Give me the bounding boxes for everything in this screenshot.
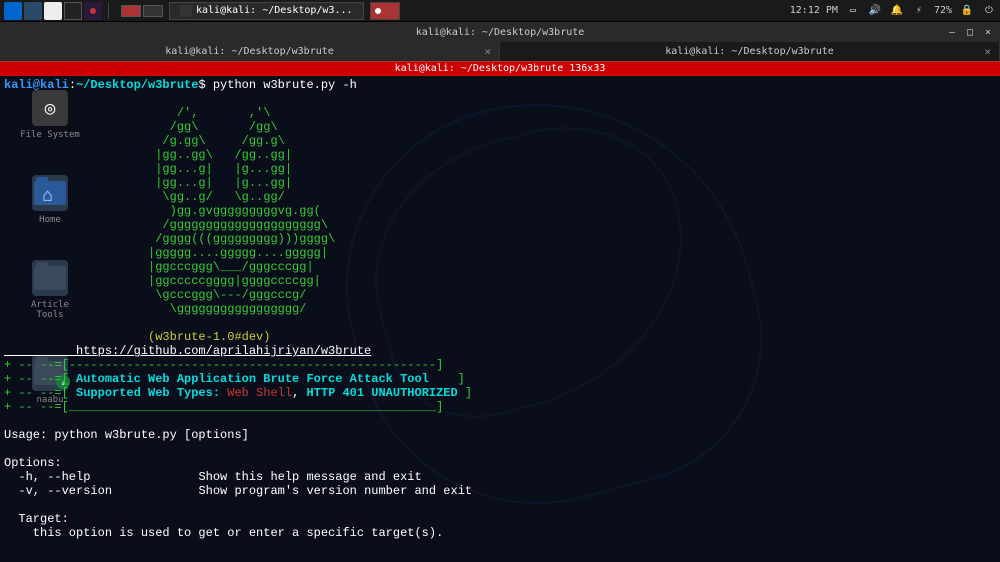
- terminal-content[interactable]: kali@kali:~/Desktop/w3brute$ python w3br…: [0, 76, 1000, 542]
- target-desc: this option is used to get or enter a sp…: [4, 526, 443, 540]
- task-recorder[interactable]: [370, 2, 400, 20]
- minimize-button[interactable]: –: [946, 27, 958, 38]
- notification-icon[interactable]: 🔔: [890, 4, 904, 18]
- terminal-window: kali@kali: ~/Desktop/w3brute – □ × kali@…: [0, 22, 1000, 542]
- options-header: Options:: [4, 456, 62, 470]
- box2-text1: Supported Web Types:: [76, 386, 227, 400]
- terminal-icon[interactable]: [64, 2, 82, 20]
- tab-2-close-icon[interactable]: ×: [984, 45, 991, 58]
- opt2-flag: -v, --version: [4, 484, 112, 498]
- box2-red: Web Shell: [227, 386, 292, 400]
- recorder-icon[interactable]: [84, 2, 102, 20]
- tab-bar: kali@kali: ~/Desktop/w3brute × kali@kali…: [0, 42, 1000, 62]
- clock[interactable]: 12:12 PM: [790, 5, 838, 16]
- lock-icon[interactable]: 🔒: [960, 4, 974, 18]
- taskbar-right: 12:12 PM ▭ 🔊 🔔 ⚡ 72% 🔒 ⏻: [790, 4, 996, 18]
- task-terminal-icon: [180, 5, 192, 17]
- display-icon[interactable]: ▭: [846, 4, 860, 18]
- prompt-sep: :: [69, 78, 76, 92]
- battery-percent: 72%: [934, 5, 952, 16]
- opt1-desc: Show this help message and exit: [90, 470, 421, 484]
- opt2-desc: Show program's version number and exit: [112, 484, 472, 498]
- opt1-flag: -h, --help: [4, 470, 90, 484]
- battery-icon[interactable]: ⚡: [912, 4, 926, 18]
- version-line: (w3brute-1.0#dev): [4, 330, 270, 344]
- prompt-user: kali@kali: [4, 78, 69, 92]
- divider: [108, 3, 109, 19]
- workspace-switcher[interactable]: [121, 5, 163, 17]
- box2-suffix: ]: [458, 386, 472, 400]
- workspace-2[interactable]: [143, 5, 163, 17]
- terminal-tab-1[interactable]: kali@kali: ~/Desktop/w3brute ×: [0, 42, 500, 61]
- volume-icon[interactable]: 🔊: [868, 4, 882, 18]
- box1-text: Automatic Web Application Brute Force At…: [76, 372, 429, 386]
- kali-menu-icon[interactable]: [4, 2, 22, 20]
- taskbar: kali@kali: ~/Desktop/w3... 12:12 PM ▭ 🔊 …: [0, 0, 1000, 22]
- box2-prefix: + -- --=[: [4, 386, 76, 400]
- window-controls: – □ ×: [946, 27, 994, 38]
- workspace-1[interactable]: [121, 5, 141, 17]
- task-terminal[interactable]: kali@kali: ~/Desktop/w3...: [169, 2, 364, 20]
- files-icon[interactable]: [44, 2, 62, 20]
- tab-1-close-icon[interactable]: ×: [484, 45, 491, 58]
- command-text: python w3brute.py -h: [206, 78, 357, 92]
- box-top: + -- --=[-------------------------------…: [4, 358, 443, 372]
- tab-1-label: kali@kali: ~/Desktop/w3brute: [165, 46, 334, 57]
- close-button[interactable]: ×: [982, 27, 994, 38]
- ascii-art: /', ,'\ /gg\ /gg\ /g.gg\ /gg.g\ |gg..gg\…: [4, 106, 335, 316]
- terminal-tab-2[interactable]: kali@kali: ~/Desktop/w3brute ×: [500, 42, 1000, 61]
- box1-suffix: ]: [429, 372, 465, 386]
- window-title: kali@kali: ~/Desktop/w3brute: [416, 27, 585, 38]
- task-label: kali@kali: ~/Desktop/w3...: [196, 5, 353, 16]
- prompt-path: ~/Desktop/w3brute: [76, 78, 198, 92]
- tab-2-label: kali@kali: ~/Desktop/w3brute: [665, 46, 834, 57]
- box2-sep: ,: [292, 386, 306, 400]
- usage-line: Usage: python w3brute.py [options]: [4, 428, 249, 442]
- box1-prefix: + -- --=[: [4, 372, 76, 386]
- box2-cyan: HTTP 401 UNAUTHORIZED: [306, 386, 457, 400]
- prompt-dollar: $: [198, 78, 205, 92]
- terminal-status-bar: kali@kali: ~/Desktop/w3brute 136x33: [0, 62, 1000, 76]
- taskbar-left: kali@kali: ~/Desktop/w3...: [4, 2, 400, 20]
- power-icon[interactable]: ⏻: [982, 4, 996, 18]
- box-bottom: + -- --=[_______________________________…: [4, 400, 443, 414]
- record-dot-icon: [375, 8, 381, 14]
- maximize-button[interactable]: □: [964, 27, 976, 38]
- window-titlebar[interactable]: kali@kali: ~/Desktop/w3brute – □ ×: [0, 22, 1000, 42]
- github-link[interactable]: https://github.com/aprilahijriyan/w3brut…: [4, 344, 371, 358]
- target-header: Target:: [4, 512, 69, 526]
- app-launcher-icon[interactable]: [24, 2, 42, 20]
